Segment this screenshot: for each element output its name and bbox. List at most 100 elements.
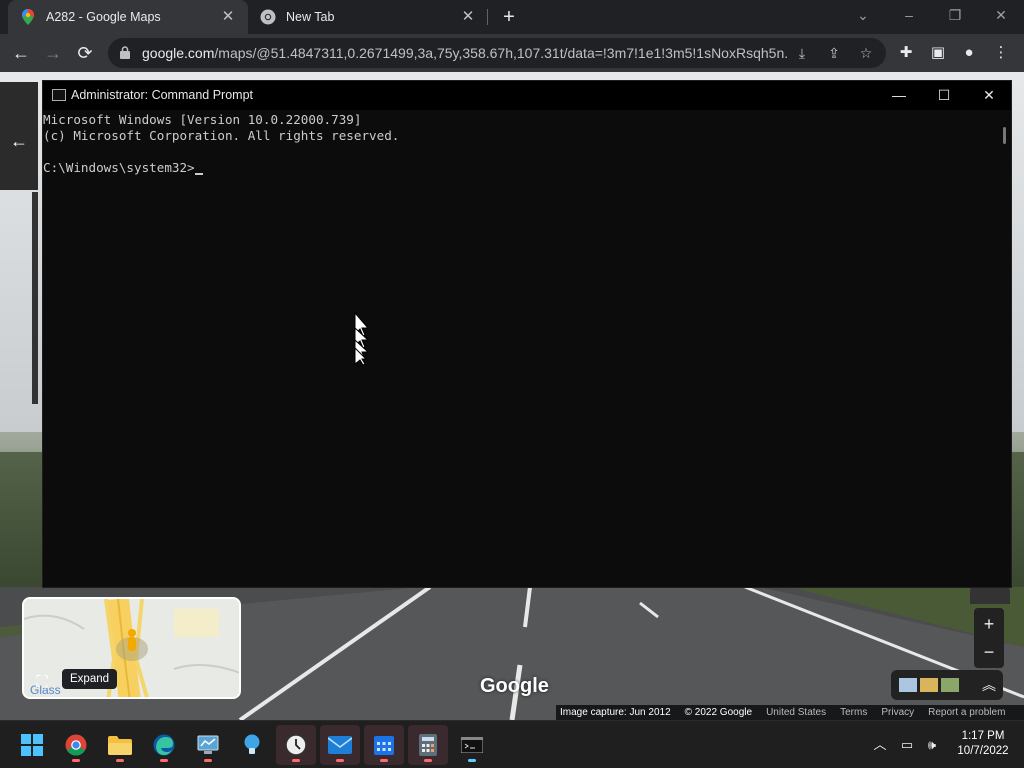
expand-icon[interactable]: ⛶ bbox=[30, 671, 54, 695]
volume-icon[interactable]: 🕪 bbox=[922, 735, 942, 755]
edge-icon bbox=[153, 734, 175, 756]
terms-link[interactable]: Terms bbox=[840, 707, 867, 718]
close-icon[interactable]: ✕ bbox=[460, 9, 476, 25]
zoom-controls: + − bbox=[974, 608, 1004, 668]
taskbar-calendar[interactable] bbox=[364, 725, 404, 765]
folder-icon bbox=[108, 736, 132, 755]
clock-time: 1:17 PM bbox=[961, 730, 1005, 742]
console-line: Microsoft Windows [Version 10.0.22000.73… bbox=[43, 112, 362, 127]
minimize-button[interactable]: – bbox=[886, 0, 932, 30]
console-line: (c) Microsoft Corporation. All rights re… bbox=[43, 128, 400, 143]
browser-tab-bar: A282 - Google Maps ✕ New Tab ✕ + ⌄ – ❐ ✕ bbox=[0, 0, 1024, 34]
command-prompt-window[interactable]: Administrator: Command Prompt — ☐ ✕ Micr… bbox=[42, 80, 1012, 588]
chevron-up-icon[interactable]: ︽ bbox=[979, 674, 999, 696]
close-window-button[interactable]: ✕ bbox=[978, 0, 1024, 30]
back-panel: ← bbox=[0, 82, 38, 190]
taskbar-clock[interactable] bbox=[276, 725, 316, 765]
running-indicator bbox=[204, 759, 212, 762]
control-panel-icon bbox=[197, 735, 219, 754]
reload-icon[interactable]: ⟳ bbox=[70, 38, 100, 68]
tab-title: A282 - Google Maps bbox=[46, 10, 161, 24]
desktop: A282 - Google Maps ✕ New Tab ✕ + ⌄ – ❐ ✕… bbox=[0, 0, 1024, 768]
taskbar-tips[interactable] bbox=[232, 725, 272, 765]
zoom-out-button[interactable]: − bbox=[974, 638, 1004, 666]
start-button[interactable] bbox=[12, 725, 52, 765]
image-capture-date: Image capture: Jun 2012 bbox=[560, 707, 671, 718]
chrome-icon bbox=[260, 9, 276, 25]
running-indicator bbox=[380, 759, 388, 762]
layer-switcher[interactable]: ︽ bbox=[891, 670, 1003, 700]
copyright-text: © 2022 Google bbox=[684, 707, 753, 718]
command-prompt-icon bbox=[461, 737, 483, 753]
taskbar-command-prompt[interactable] bbox=[452, 725, 492, 765]
mouse-pointer-icon bbox=[354, 312, 368, 366]
clock-icon bbox=[285, 734, 307, 756]
back-arrow-icon[interactable]: ← bbox=[8, 132, 30, 150]
tab-separator bbox=[487, 9, 488, 25]
close-button[interactable]: ✕ bbox=[966, 81, 1012, 110]
extensions-icon[interactable]: ✚ bbox=[895, 42, 917, 64]
forward-icon[interactable]: → bbox=[38, 38, 68, 68]
layer-thumbnail[interactable] bbox=[920, 678, 938, 692]
chrome-icon bbox=[65, 734, 87, 756]
new-tab-button[interactable]: + bbox=[497, 6, 521, 28]
running-indicator bbox=[336, 759, 344, 762]
text-cursor bbox=[194, 173, 203, 175]
chevron-up-icon[interactable]: ︿ bbox=[870, 735, 890, 755]
privacy-link[interactable]: Privacy bbox=[881, 707, 914, 718]
taskbar-file-explorer[interactable] bbox=[100, 725, 140, 765]
running-indicator bbox=[116, 759, 124, 762]
tab-google-maps[interactable]: A282 - Google Maps ✕ bbox=[8, 0, 248, 34]
system-clock[interactable]: 1:17 PM 10/7/2022 bbox=[948, 729, 1018, 759]
layer-thumbnail[interactable] bbox=[941, 678, 959, 692]
close-icon[interactable]: ✕ bbox=[220, 9, 236, 25]
expand-tooltip: Expand bbox=[62, 669, 118, 689]
taskbar-calculator[interactable] bbox=[408, 725, 448, 765]
console-output[interactable]: Microsoft Windows [Version 10.0.22000.73… bbox=[43, 112, 998, 582]
command-prompt-icon bbox=[52, 89, 66, 101]
running-indicator bbox=[292, 759, 300, 762]
url-text: google.com/maps/@51.4847311,0.2671499,3a… bbox=[142, 45, 787, 61]
restore-button[interactable]: ❐ bbox=[932, 0, 978, 30]
scrollbar-thumb[interactable] bbox=[1003, 127, 1006, 144]
tab-search-icon[interactable]: ⌄ bbox=[840, 0, 886, 30]
calendar-icon bbox=[374, 736, 394, 755]
country-link[interactable]: United States bbox=[766, 707, 826, 718]
window-title: Administrator: Command Prompt bbox=[71, 88, 254, 102]
side-panel-icon[interactable]: ▣ bbox=[927, 42, 949, 64]
minimize-button[interactable]: — bbox=[876, 81, 922, 110]
bookmark-star-icon[interactable]: ☆ bbox=[856, 43, 876, 63]
running-indicator bbox=[160, 759, 168, 762]
share-icon[interactable]: ⇪ bbox=[824, 43, 844, 63]
calculator-icon bbox=[419, 734, 437, 756]
clock-date: 10/7/2022 bbox=[957, 745, 1009, 757]
address-bar[interactable]: google.com/maps/@51.4847311,0.2671499,3a… bbox=[108, 38, 886, 68]
zoom-in-button[interactable]: + bbox=[974, 610, 1004, 638]
tab-title: New Tab bbox=[286, 10, 335, 24]
back-icon[interactable]: ← bbox=[6, 38, 36, 68]
command-prompt-titlebar[interactable]: Administrator: Command Prompt — ☐ ✕ bbox=[43, 81, 1011, 110]
install-icon[interactable]: ⤓ bbox=[792, 43, 812, 63]
taskbar-edge[interactable] bbox=[144, 725, 184, 765]
profile-icon[interactable]: ● bbox=[958, 42, 980, 64]
tab-new-tab[interactable]: New Tab ✕ bbox=[248, 0, 488, 34]
taskbar-chrome[interactable] bbox=[56, 725, 96, 765]
lock-icon bbox=[120, 46, 130, 59]
taskbar-mail[interactable] bbox=[320, 725, 360, 765]
report-problem-link[interactable]: Report a problem bbox=[928, 707, 1005, 718]
mail-icon bbox=[328, 736, 352, 754]
minimap[interactable]: Glass ⛶ Expand bbox=[22, 597, 241, 699]
browser-toolbar: ← → ⟳ google.com/maps/@51.4847311,0.2671… bbox=[0, 34, 1024, 72]
running-indicator bbox=[72, 759, 80, 762]
side-strip bbox=[32, 192, 38, 404]
maximize-button[interactable]: ☐ bbox=[921, 81, 967, 110]
taskbar-control-panel[interactable] bbox=[188, 725, 228, 765]
network-icon[interactable]: ▭ bbox=[897, 735, 917, 755]
lightbulb-icon bbox=[244, 734, 260, 754]
console-prompt: C:\Windows\system32> bbox=[43, 160, 195, 175]
google-logo: Google bbox=[480, 675, 549, 697]
google-maps-icon bbox=[20, 9, 36, 25]
menu-icon[interactable]: ⋮ bbox=[990, 42, 1012, 64]
running-indicator bbox=[468, 759, 476, 762]
layer-thumbnail[interactable] bbox=[899, 678, 917, 692]
